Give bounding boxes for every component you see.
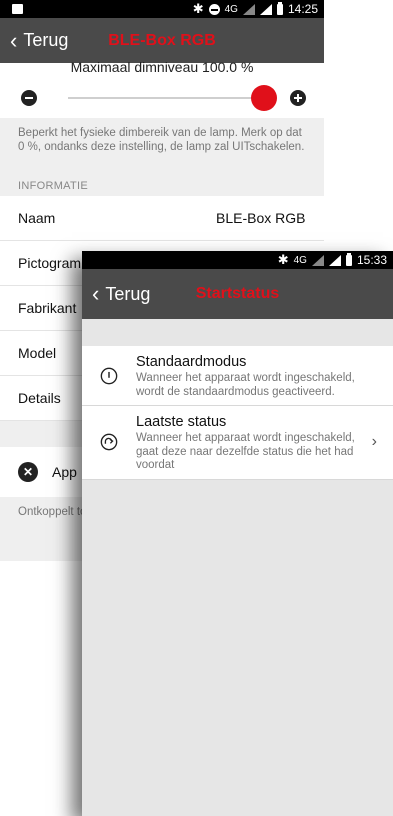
signal-icon	[259, 3, 272, 15]
info-label: Details	[18, 390, 61, 406]
status-bar: ✱ 4G 14:25	[0, 0, 324, 18]
signal-icon	[328, 254, 341, 266]
info-label: Pictogram	[18, 255, 82, 271]
bluetooth-icon: ✱	[277, 252, 289, 267]
slider-fill	[68, 97, 264, 99]
slider-thumb[interactable]	[251, 85, 277, 111]
chevron-left-icon: ‹	[92, 281, 100, 306]
chevron-right-icon: ›	[371, 433, 377, 451]
info-row-name[interactable]: Naam BLE-Box RGB	[0, 196, 324, 241]
network-type: 4G	[224, 3, 238, 15]
dim-slider-row: Maximaal dimniveau 100.0 %	[0, 59, 324, 118]
toolbar: ‹ Terug Startstatus	[82, 269, 393, 319]
info-label: Model	[18, 345, 57, 361]
mode-list: Standaardmodus Wanneer het apparaat word…	[82, 319, 393, 816]
back-button[interactable]: ‹ Terug	[82, 283, 150, 305]
power-icon	[100, 367, 118, 384]
bluetooth-icon: ✱	[192, 1, 204, 16]
redo-icon	[100, 433, 118, 451]
plus-icon[interactable]	[290, 90, 306, 106]
status-bar: ✱ 4G 15:33	[82, 251, 393, 269]
network-type: 4G	[293, 254, 307, 266]
close-icon: ✕	[18, 462, 38, 482]
mode-title: Laatste status	[136, 414, 227, 430]
back-label: Terug	[23, 30, 69, 50]
slider-caption: Maximaal dimniveau 100.0 %	[70, 59, 254, 75]
disconnect-label: App	[52, 464, 77, 480]
minus-icon[interactable]	[21, 90, 37, 106]
slider-description: Beperkt het fysieke dimbereik van de lam…	[0, 118, 324, 166]
battery-icon	[276, 1, 283, 15]
mode-item-default[interactable]: Standaardmodus Wanneer het apparaat word…	[82, 346, 393, 406]
signal-icon	[311, 254, 324, 266]
info-label: Naam	[18, 210, 56, 226]
signal-icon	[242, 3, 255, 15]
toolbar: ‹ Terug BLE-Box RGB	[0, 18, 324, 63]
mode-title: Standaardmodus	[136, 354, 247, 370]
gallery-icon	[12, 4, 23, 14]
status-time: 14:25	[287, 2, 318, 16]
do-not-disturb-icon	[208, 3, 220, 15]
slider-track[interactable]	[68, 97, 264, 99]
startstatus-screen: ✱ 4G 15:33 ‹ Terug Startstatus Standaard…	[82, 251, 393, 816]
battery-icon	[345, 252, 352, 266]
status-time: 15:33	[356, 253, 387, 267]
mode-description: Wanneer het apparaat wordt ingeschakeld,…	[136, 432, 355, 471]
back-button[interactable]: ‹ Terug	[0, 27, 69, 53]
info-value: BLE-Box RGB	[216, 210, 306, 226]
mode-description: Wanneer het apparaat wordt ingeschakeld,…	[136, 372, 355, 398]
chevron-left-icon: ‹	[10, 27, 18, 53]
mode-item-last-status[interactable]: Laatste status Wanneer het apparaat word…	[82, 406, 393, 480]
info-label: Fabrikant	[18, 300, 77, 316]
section-header: INFORMATIE	[0, 166, 324, 196]
back-label: Terug	[105, 283, 151, 304]
